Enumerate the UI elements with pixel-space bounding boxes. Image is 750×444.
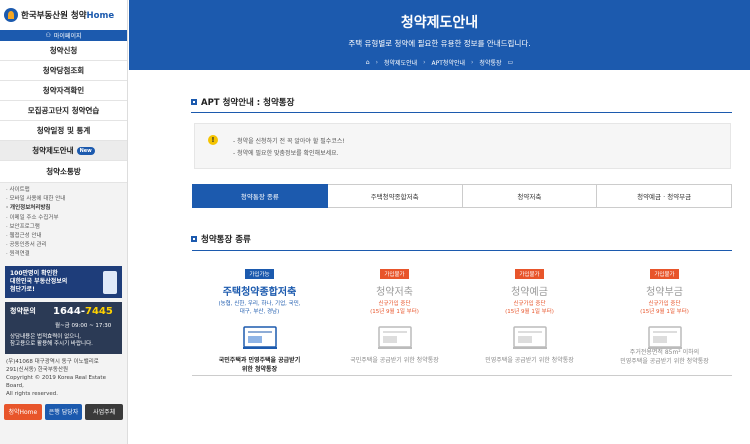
- logo-product: 청약: [70, 11, 87, 21]
- card-desc: (15년 9월 1일 부터): [640, 309, 689, 315]
- account-cards: 가입가능 주택청약종합저축 (농협, 신한, 우리, 하나, 기업, 국민, 대구…: [192, 250, 732, 375]
- chevron-right-icon: ›: [375, 59, 379, 66]
- contact-hours: 월~금 09:00 ~ 17:30: [55, 322, 112, 329]
- page-subtitle: 주택 유형별로 청약에 필요한 유용한 정보를 안내드립니다.: [348, 39, 531, 48]
- quick-buttons: 청약Home 은행 담당자 사업주체: [0, 403, 127, 420]
- passbook-icon: [242, 326, 277, 349]
- app-banner[interactable]: 100만명이 확인한 대한민국 부동산정보의 첨단가로!: [5, 265, 122, 298]
- tab-comprehensive-savings[interactable]: 주택청약종합저축: [327, 184, 463, 208]
- card-title: 청약예금: [511, 287, 548, 298]
- logo-brand: 한국부동산원: [21, 11, 68, 21]
- link-certificate[interactable]: · 공동인증서 관리: [6, 241, 127, 250]
- card-desc: 신규가입 중단: [648, 301, 681, 307]
- sidebar-menu: 청약신청 청약당첨조회 청약자격확인 모집공고단지 청약연습 청약일정 및 통계…: [0, 41, 127, 183]
- notice-line: - 청약을 신청하기 전 꼭 알아야 할 필수코스!: [233, 138, 345, 145]
- page-header: 청약제도안내 주택 유형별로 청약에 필요한 유용한 정보를 안내드립니다. ⌂…: [129, 0, 750, 70]
- link-security-program[interactable]: · 보안프로그램: [6, 223, 127, 232]
- account-card[interactable]: 가입불가 청약저축 신규가입 중단 (15년 9월 1일 부터) 국민주택을 공급…: [327, 251, 462, 375]
- link-remote[interactable]: · 원격연결: [6, 250, 127, 259]
- card-desc: 대구, 부산, 경남): [239, 309, 280, 315]
- contact-number: 1644-7445: [53, 305, 113, 317]
- card-desc: (15년 9월 1일 부터): [370, 309, 419, 315]
- square-bullet-icon: [191, 99, 197, 105]
- card-desc: (15년 9월 1일 부터): [505, 309, 554, 315]
- tab-account-types[interactable]: 청약통장 종류: [192, 184, 328, 208]
- divider: [192, 375, 732, 376]
- home-button[interactable]: 청약Home: [4, 403, 42, 420]
- external-link-icon[interactable]: ▭: [508, 59, 514, 66]
- sidebar-item-eligibility[interactable]: 청약자격확인: [0, 81, 127, 101]
- card-title: 주택청약종합저축: [222, 287, 297, 298]
- address: (우)41068 대구광역시 동구 이노밸리로 291(신서동) 한국부동산원 …: [6, 358, 106, 397]
- status-badge: 가입가능: [245, 269, 274, 279]
- link-mobile-guide[interactable]: · 모바일 사용에 대한 안내: [6, 195, 127, 204]
- link-email-refusal[interactable]: · 이메일 주소 수집거부: [6, 214, 127, 223]
- card-desc: (농협, 신한, 우리, 하나, 기업, 국민,: [218, 301, 301, 307]
- tab-bar: 청약통장 종류 주택청약종합저축 청약저축 청약예금 · 청약부금: [192, 184, 732, 208]
- contact-note: 상담내용은 법적효력이 없으니, 참고용으로 활용해 주시기 바랍니다.: [10, 333, 93, 348]
- card-desc: 신규가입 중단: [513, 301, 546, 307]
- main-content: APT 청약안내 : 청약통장 ! - 청약을 신청하기 전 꼭 알아야 할 필…: [129, 70, 750, 444]
- link-privacy-policy[interactable]: · 개인정보처리방침: [6, 204, 127, 213]
- notice-line: - 청약에 필요한 맞춤정보를 확인해보세요.: [233, 150, 339, 157]
- card-footer: 민영주택을 공급받기 위한 청약통장: [620, 358, 709, 365]
- new-badge: New: [76, 146, 95, 155]
- sidebar-item-winning-check[interactable]: 청약당첨조회: [0, 61, 127, 81]
- divider: [191, 112, 732, 113]
- passbook-icon: [647, 326, 682, 349]
- breadcrumb: ⌂ › 청약제도안내 › APT청약안내 › 청약통장 ▭: [129, 58, 750, 67]
- contact-box: 청약문의 1644-7445 월~금 09:00 ~ 17:30 상담내용은 법…: [5, 301, 122, 354]
- footer-links: · 사이트맵 · 모바일 사용에 대한 안내 · 개인정보처리방침 · 이메일 …: [0, 183, 127, 260]
- notice-box: ! - 청약을 신청하기 전 꼭 알아야 할 필수코스! - 청약에 필요한 맞…: [194, 123, 731, 169]
- account-card[interactable]: 가입불가 청약예금 신규가입 중단 (15년 9월 1일 부터) 민영주택을 공급…: [462, 251, 597, 375]
- person-icon: ⚇: [45, 32, 51, 39]
- breadcrumb-item[interactable]: 청약통장: [479, 58, 501, 67]
- account-card[interactable]: 가입불가 청약부금 신규가입 중단 (15년 9월 1일 부터) 주거전용면적 8…: [597, 251, 732, 375]
- card-title: 청약부금: [646, 287, 683, 298]
- logo-mark-icon: [4, 8, 18, 22]
- status-badge: 가입불가: [650, 269, 679, 279]
- card-title: 청약저축: [376, 287, 413, 298]
- mypage-label: 마이페이지: [53, 33, 82, 40]
- passbook-icon: [512, 326, 547, 349]
- sidebar: 한국부동산원 청약Home ⚇ 마이페이지 청약신청 청약당첨조회 청약자격확인…: [0, 0, 128, 444]
- section-title: 청약통장 종류: [191, 233, 251, 245]
- sidebar-item-system-guide[interactable]: 청약제도안내 New: [0, 141, 127, 161]
- chevron-right-icon: ›: [471, 59, 474, 66]
- card-footer: 주거전용면적 85m² 이하의: [629, 349, 700, 356]
- link-accessibility[interactable]: · 웹접근성 안내: [6, 232, 127, 241]
- tab-savings[interactable]: 청약저축: [462, 184, 598, 208]
- sidebar-item-practice[interactable]: 모집공고단지 청약연습: [0, 101, 127, 121]
- sidebar-item-apply[interactable]: 청약신청: [0, 41, 127, 61]
- sidebar-item-community[interactable]: 청약소통방: [0, 161, 127, 183]
- sidebar-item-label: 청약제도안내: [32, 146, 74, 155]
- card-footer: 국민주택을 공급받기 위한 청약통장: [350, 357, 439, 364]
- account-card[interactable]: 가입가능 주택청약종합저축 (농협, 신한, 우리, 하나, 기업, 국민, 대구…: [192, 251, 327, 375]
- mypage-link[interactable]: ⚇ 마이페이지: [0, 30, 127, 41]
- site-logo[interactable]: 한국부동산원 청약Home: [0, 0, 127, 30]
- sidebar-item-schedule-stats[interactable]: 청약일정 및 통계: [0, 121, 127, 141]
- chevron-right-icon: ›: [423, 59, 426, 66]
- smartphone-icon: [103, 270, 117, 294]
- bank-staff-button[interactable]: 은행 담당자: [44, 403, 83, 420]
- page-title: 청약제도안내: [400, 15, 479, 31]
- status-badge: 가입불가: [515, 269, 544, 279]
- passbook-icon: [377, 326, 412, 349]
- link-sitemap[interactable]: · 사이트맵: [6, 186, 127, 195]
- home-icon[interactable]: ⌂: [366, 59, 370, 66]
- tab-deposit-installment[interactable]: 청약예금 · 청약부금: [597, 184, 732, 208]
- logo-product-suffix: Home: [86, 11, 115, 21]
- square-bullet-icon: [191, 236, 197, 242]
- breadcrumb-item[interactable]: 청약제도안내: [384, 58, 417, 67]
- breadcrumb-item[interactable]: APT청약안내: [432, 58, 465, 67]
- card-desc: 신규가입 중단: [378, 301, 411, 307]
- card-footer: 민영주택을 공급받기 위한 청약통장: [485, 357, 574, 364]
- card-footer: 국민주택과 민영주택을 공급받기: [218, 357, 301, 364]
- card-footer: 위한 청약통장: [241, 366, 278, 373]
- status-badge: 가입불가: [380, 269, 409, 279]
- section-title: APT 청약안내 : 청약통장: [191, 96, 294, 108]
- business-button[interactable]: 사업주체: [85, 403, 124, 420]
- warning-icon: !: [208, 135, 218, 145]
